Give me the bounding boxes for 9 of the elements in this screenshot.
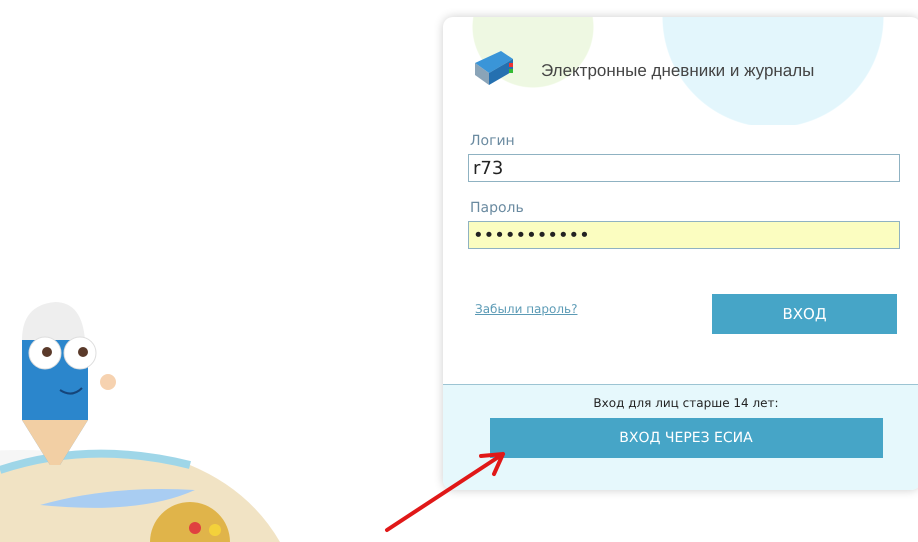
login-label: Логин [470,133,516,149]
login-field[interactable]: r73 [468,154,900,182]
password-field[interactable]: ••••••••••• [468,221,900,249]
password-label: Пароль [470,200,525,216]
age-note: Вход для лиц старше 14 лет: [592,396,779,410]
login-button[interactable]: ВХОД [712,294,897,334]
forgot-password-link[interactable]: Забыли пароль? [475,302,578,316]
app-title: Электронные дневники и журналы [541,61,814,81]
esia-login-button[interactable]: ВХОД ЧЕРЕЗ ЕСИА [490,418,882,458]
